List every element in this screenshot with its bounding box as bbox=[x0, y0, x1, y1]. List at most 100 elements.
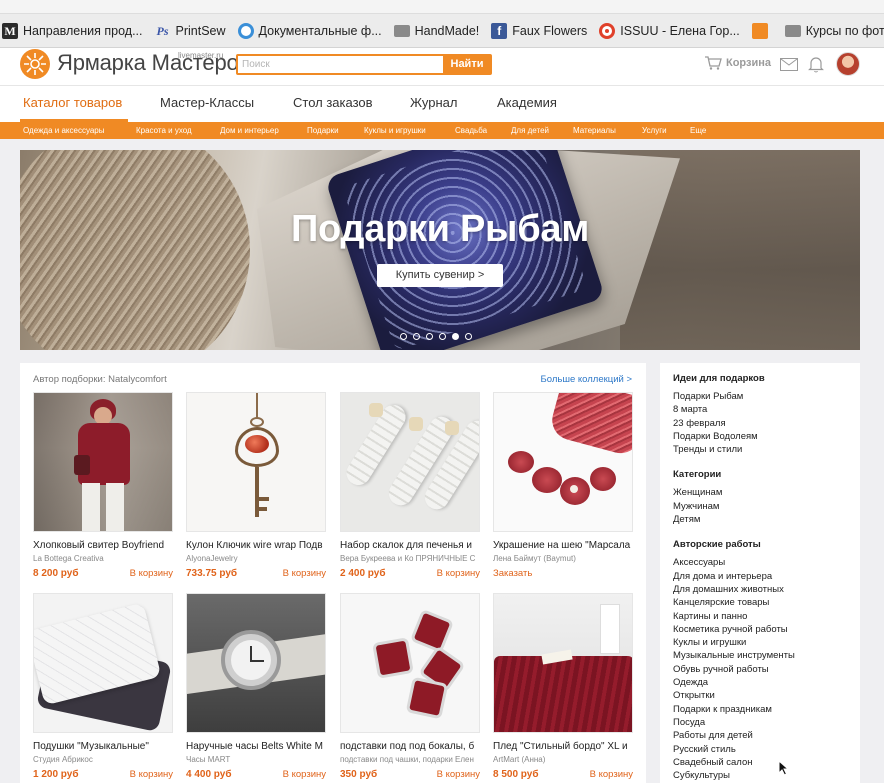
sidebar-category-link[interactable]: Женщинам bbox=[673, 486, 860, 499]
product-title[interactable]: Кулон Ключик wire wrap Подв bbox=[186, 540, 326, 551]
avatar[interactable] bbox=[836, 52, 860, 76]
product-image-sweater[interactable] bbox=[33, 392, 173, 532]
category-beauty[interactable]: Красота и уход bbox=[136, 126, 192, 135]
bookmark-faux-flowers[interactable]: f Faux Flowers bbox=[491, 22, 587, 39]
sidebar-category-link[interactable]: Мужчинам bbox=[673, 500, 860, 513]
nav-catalog[interactable]: Каталог товаров bbox=[23, 95, 122, 110]
category-home[interactable]: Дом и интерьер bbox=[220, 126, 279, 135]
cart-link[interactable]: Корзина bbox=[704, 56, 771, 70]
nav-masterclasses[interactable]: Мастер-Классы bbox=[160, 95, 254, 110]
product-image-rolling-pins[interactable] bbox=[340, 392, 480, 532]
category-clothing[interactable]: Одежда и аксессуары bbox=[23, 126, 105, 135]
sidebar-idea-link[interactable]: Тренды и стили bbox=[673, 443, 860, 456]
category-more[interactable]: Еще bbox=[690, 126, 706, 135]
more-collections-link[interactable]: Больше коллекций > bbox=[541, 374, 632, 385]
category-kids[interactable]: Для детей bbox=[511, 126, 549, 135]
order-button[interactable]: Заказать bbox=[493, 568, 532, 579]
hero-banner[interactable]: Подарки Рыбам Купить сувенир > bbox=[20, 150, 860, 350]
sidebar-works-link[interactable]: Русский стиль bbox=[673, 743, 860, 756]
product-seller[interactable]: AlyonaJewelry bbox=[186, 554, 326, 563]
sidebar-category-link[interactable]: Детям bbox=[673, 513, 860, 526]
sidebar-works-link[interactable]: Косметика ручной работы bbox=[673, 623, 860, 636]
sidebar-works-link[interactable]: Картины и панно bbox=[673, 610, 860, 623]
sidebar-works-link[interactable]: Посуда bbox=[673, 716, 860, 729]
product-seller[interactable]: Лена Баймут (Baymut) bbox=[493, 554, 633, 563]
bookmark-napravleniya[interactable]: M Направления прод... bbox=[2, 22, 143, 39]
nav-journal[interactable]: Журнал bbox=[410, 95, 457, 110]
slide-dot[interactable] bbox=[400, 333, 407, 340]
product-seller[interactable]: Часы MART bbox=[186, 755, 326, 764]
bookmark-documentary[interactable]: Документальные ф... bbox=[237, 22, 382, 39]
search-input[interactable] bbox=[242, 57, 438, 72]
slide-dot[interactable] bbox=[413, 333, 420, 340]
mail-icon[interactable] bbox=[780, 58, 798, 71]
bookmark-sun[interactable] bbox=[751, 22, 773, 39]
product-image-watch[interactable] bbox=[186, 593, 326, 733]
bell-icon[interactable] bbox=[808, 55, 824, 73]
product-card[interactable]: Украшение на шею "Марсала Лена Баймут (B… bbox=[493, 392, 633, 579]
bookmark-printsew[interactable]: Ps PrintSew bbox=[155, 23, 226, 39]
product-card[interactable]: Кулон Ключик wire wrap Подв AlyonaJewelr… bbox=[186, 392, 326, 579]
product-title[interactable]: Подушки "Музыкальные" bbox=[33, 741, 173, 752]
product-image-key-pendant[interactable] bbox=[186, 392, 326, 532]
bookmark-handmade[interactable]: HandMade! bbox=[393, 24, 479, 38]
sidebar-works-link[interactable]: Для домашних животных bbox=[673, 583, 860, 596]
add-to-cart-button[interactable]: В корзину bbox=[283, 568, 326, 579]
sidebar-idea-link[interactable]: Подарки Водолеям bbox=[673, 430, 860, 443]
product-image-necklace[interactable] bbox=[493, 392, 633, 532]
slide-dot[interactable] bbox=[465, 333, 472, 340]
sidebar-works-link[interactable]: Обувь ручной работы bbox=[673, 663, 860, 676]
product-card[interactable]: Набор скалок для печенья и Вера Букреева… bbox=[340, 392, 480, 579]
product-title[interactable]: Набор скалок для печенья и bbox=[340, 540, 480, 551]
product-title[interactable]: подставки под под бокалы, б bbox=[340, 741, 480, 752]
bookmark-issuu[interactable]: ISSUU - Елена Гор... bbox=[599, 22, 740, 39]
sidebar-works-link[interactable]: Субкультуры bbox=[673, 769, 860, 782]
hero-buy-button[interactable]: Купить сувенир > bbox=[377, 264, 503, 287]
sidebar-works-link[interactable]: Одежда bbox=[673, 676, 860, 689]
product-card[interactable]: Наручные часы Belts White M Часы MART 4 … bbox=[186, 593, 326, 780]
sidebar-works-link[interactable]: Открытки bbox=[673, 689, 860, 702]
product-image-pillows[interactable] bbox=[33, 593, 173, 733]
bookmark-photo-courses[interactable]: Курсы по фотогра... bbox=[784, 24, 884, 38]
category-gifts[interactable]: Подарки bbox=[307, 126, 339, 135]
product-card[interactable]: Плед "Стильный бордо" XL и ArtMart (Анна… bbox=[493, 593, 633, 780]
category-materials[interactable]: Материалы bbox=[573, 126, 616, 135]
nav-academy[interactable]: Академия bbox=[497, 95, 557, 110]
product-seller[interactable]: Студия Абрикос bbox=[33, 755, 173, 764]
sidebar-works-link[interactable]: Работы для детей bbox=[673, 729, 860, 742]
sidebar-works-link[interactable]: Для дома и интерьера bbox=[673, 570, 860, 583]
sidebar-works-link[interactable]: Куклы и игрушки bbox=[673, 636, 860, 649]
sidebar-works-link[interactable]: Канцелярские товары bbox=[673, 596, 860, 609]
sidebar-idea-link[interactable]: Подарки Рыбам bbox=[673, 390, 860, 403]
slide-dot[interactable] bbox=[439, 333, 446, 340]
product-image-blanket[interactable] bbox=[493, 593, 633, 733]
category-wedding[interactable]: Свадьба bbox=[455, 126, 487, 135]
logo-flower-icon[interactable] bbox=[20, 49, 50, 79]
product-seller[interactable]: La Bottega Creativa bbox=[33, 554, 173, 563]
slide-dot[interactable] bbox=[452, 333, 459, 340]
add-to-cart-button[interactable]: В корзину bbox=[130, 568, 173, 579]
sidebar-works-link[interactable]: Музыкальные инструменты bbox=[673, 649, 860, 662]
product-image-coasters[interactable] bbox=[340, 593, 480, 733]
product-title[interactable]: Плед "Стильный бордо" XL и bbox=[493, 741, 633, 752]
product-title[interactable]: Хлопковый свитер Boyfriend bbox=[33, 540, 173, 551]
slide-dot[interactable] bbox=[426, 333, 433, 340]
sidebar-idea-link[interactable]: 8 марта bbox=[673, 403, 860, 416]
search-button[interactable]: Найти bbox=[443, 55, 491, 74]
product-card[interactable]: Подушки "Музыкальные" Студия Абрикос 1 2… bbox=[33, 593, 173, 780]
product-seller[interactable]: ArtMart (Анна) bbox=[493, 755, 633, 764]
sidebar-works-link[interactable]: Свадебный салон bbox=[673, 756, 860, 769]
product-card[interactable]: Хлопковый свитер Boyfriend La Bottega Cr… bbox=[33, 392, 173, 579]
product-seller[interactable]: подставки под чашки, подарки Елен bbox=[340, 755, 480, 764]
product-title[interactable]: Наручные часы Belts White M bbox=[186, 741, 326, 752]
product-seller[interactable]: Вера Букреева и Ко ПРЯНИЧНЫЕ С bbox=[340, 554, 480, 563]
category-services[interactable]: Услуги bbox=[642, 126, 667, 135]
category-dolls[interactable]: Куклы и игрушки bbox=[364, 126, 426, 135]
nav-orders-table[interactable]: Стол заказов bbox=[293, 95, 373, 110]
add-to-cart-button[interactable]: В корзину bbox=[437, 568, 480, 579]
sidebar-idea-link[interactable]: 23 февраля bbox=[673, 417, 860, 430]
sidebar-works-link[interactable]: Аксессуары bbox=[673, 556, 860, 569]
product-title[interactable]: Украшение на шею "Марсала bbox=[493, 540, 633, 551]
sidebar-works-link[interactable]: Подарки к праздникам bbox=[673, 703, 860, 716]
product-card[interactable]: подставки под под бокалы, б подставки по… bbox=[340, 593, 480, 780]
